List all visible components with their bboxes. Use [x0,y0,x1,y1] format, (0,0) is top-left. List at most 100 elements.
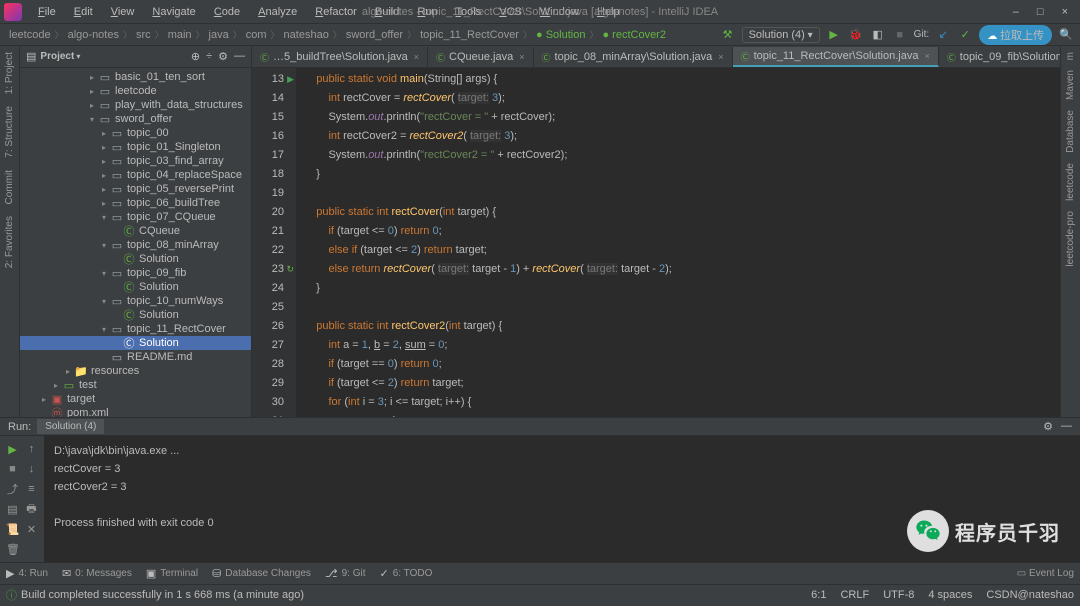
clear-icon[interactable]: ✕ [23,520,40,538]
tool-tab-git[interactable]: ⎇ 9: Git [325,567,366,580]
status-indicator[interactable]: 6:1 [811,589,826,601]
tree-item[interactable]: ▾▭sword_offer [20,112,251,126]
hammer-icon[interactable]: ⚒ [720,27,736,43]
editor-tab[interactable]: ⒸCQueue.java× [428,47,534,67]
menu-view[interactable]: View [103,3,143,21]
breadcrumb-item[interactable]: ● rectCover2 [599,29,669,41]
tree-item[interactable]: ⒸCQueue [20,224,251,238]
tree-item[interactable]: ▸📁resources [20,364,251,378]
rail-leetcode-pro[interactable]: leetcode-pro [1065,211,1076,267]
tree-item[interactable]: ▸▭play_with_data_structures [20,98,251,112]
close-tab-icon[interactable]: × [519,52,524,62]
maximize-icon[interactable]: □ [1037,6,1044,18]
rail-commit[interactable]: Commit [4,170,15,204]
status-indicator[interactable]: CRLF [840,589,869,601]
breadcrumb-item[interactable]: topic_11_RectCover [417,29,522,41]
scroll-icon[interactable]: 📜 [4,520,21,538]
breadcrumb-item[interactable]: sword_offer [343,29,406,41]
run-hide-icon[interactable]: — [1061,420,1072,433]
tree-item[interactable]: ▭README.md [20,350,251,364]
tree-item[interactable]: ▾▭topic_07_CQueue [20,210,251,224]
tree-item[interactable]: ▸▭topic_06_buildTree [20,196,251,210]
rail-structure[interactable]: 7: Structure [4,106,15,158]
layout-icon[interactable]: ▤ [4,500,21,518]
run-config-combo[interactable]: Solution (4) ▾ [742,27,820,43]
close-tab-icon[interactable]: × [924,51,929,61]
tree-item[interactable]: ▸▭topic_05_reversePrint [20,182,251,196]
rail-m[interactable]: m [1065,52,1076,60]
rail-project[interactable]: 1: Project [4,52,15,94]
search-icon[interactable]: 🔍 [1058,27,1074,43]
coverage-icon[interactable]: ◧ [870,27,886,43]
breadcrumb-item[interactable]: leetcode [6,29,54,41]
up-icon[interactable]: ↑ [23,440,40,458]
print-icon[interactable]: 🖶 [23,500,40,518]
git-commit-icon[interactable]: ✓ [957,27,973,43]
tree-item[interactable]: ⒸSolution [20,252,251,266]
status-indicator[interactable]: UTF-8 [883,589,914,601]
rail-leetcode[interactable]: leetcode [1065,163,1076,201]
editor-tab[interactable]: Ⓒtopic_08_minArray\Solution.java× [534,47,733,67]
tree-item[interactable]: ▸▭topic_04_replaceSpace [20,168,251,182]
tree-item[interactable]: ▸▣target [20,392,251,406]
editor-code[interactable]: public static void main(String[] args) {… [296,68,1060,417]
editor-tab[interactable]: Ⓒ…5_buildTree\Solution.java× [252,47,428,67]
menu-code[interactable]: Code [206,3,248,21]
breadcrumb-item[interactable]: java [206,29,232,41]
minimize-icon[interactable]: – [1013,6,1019,18]
status-indicator[interactable]: CSDN@nateshao [986,589,1074,601]
tree-item[interactable]: ⒸSolution [20,308,251,322]
status-indicator[interactable]: 4 spaces [928,589,972,601]
tree-item[interactable]: ▸▭topic_00 [20,126,251,140]
tree-item[interactable]: ▾▭topic_11_RectCover [20,322,251,336]
tree-item[interactable]: ⒸSolution [20,280,251,294]
trash-icon[interactable]: 🗑 [4,540,22,558]
menu-refactor[interactable]: Refactor [307,3,365,21]
tree-item[interactable]: ▸▭topic_03_find_array [20,154,251,168]
menu-analyze[interactable]: Analyze [250,3,305,21]
tree-item[interactable]: ▸▭test [20,378,251,392]
rail-maven[interactable]: Maven [1065,70,1076,100]
settings-icon[interactable]: ⚙ [218,50,228,63]
rail-database[interactable]: Database [1065,110,1076,153]
editor-tab[interactable]: Ⓒtopic_11_RectCover\Solution.java× [733,47,939,67]
close-tab-icon[interactable]: × [718,52,723,62]
breadcrumb-item[interactable]: src [133,29,154,41]
down-icon[interactable]: ↓ [23,460,40,478]
close-tab-icon[interactable]: × [414,52,419,62]
tool-tab-databasechanges[interactable]: ⛁ Database Changes [212,567,311,580]
tool-tab-todo[interactable]: ✓ 6: TODO [380,567,433,580]
run-icon[interactable]: ▶ [826,27,842,43]
exit-icon[interactable]: ⤴ [4,480,21,498]
wrap-icon[interactable]: ≡ [23,480,40,498]
rerun-icon[interactable]: ▶ [4,440,21,458]
tree-item[interactable]: ⒸSolution [20,336,251,350]
breadcrumb-item[interactable]: com [243,29,270,41]
event-log-tab[interactable]: ▭ Event Log [1017,568,1074,579]
menu-edit[interactable]: Edit [66,3,101,21]
run-settings-icon[interactable]: ⚙ [1043,420,1053,433]
tool-tab-run[interactable]: ▶ 4: Run [6,567,48,580]
editor-tab[interactable]: Ⓒtopic_09_fib\Solution.java× [939,47,1060,67]
debug-icon[interactable]: 🐞 [848,27,864,43]
tool-tab-messages[interactable]: ✉ 0: Messages [62,567,132,580]
tree-item[interactable]: ▾▭topic_08_minArray [20,238,251,252]
stop-run-icon[interactable]: ■ [4,460,21,478]
breadcrumb-item[interactable]: main [165,29,195,41]
breadcrumb-item[interactable]: ● Solution [533,29,588,41]
code-editor[interactable]: ▶13141516171819202122↻232425262728293031… [252,68,1060,417]
breadcrumb-item[interactable]: algo-notes [65,29,122,41]
hide-icon[interactable]: — [234,50,245,63]
git-update-icon[interactable]: ↙ [935,27,951,43]
project-tree[interactable]: ▸▭basic_01_ten_sort▸▭leetcode▸▭play_with… [20,68,251,417]
run-tab[interactable]: Solution (4) [37,419,104,434]
close-icon[interactable]: × [1062,6,1068,18]
menu-file[interactable]: File [30,3,64,21]
tree-item[interactable]: ▾▭topic_09_fib [20,266,251,280]
menu-navigate[interactable]: Navigate [144,3,203,21]
select-opened-icon[interactable]: ⊕ [191,50,200,63]
tree-item[interactable]: ▾▭topic_10_numWays [20,294,251,308]
tree-item[interactable]: ⓜpom.xml [20,406,251,417]
collapse-icon[interactable]: ÷ [206,50,212,63]
stop-icon[interactable]: ■ [892,27,908,43]
